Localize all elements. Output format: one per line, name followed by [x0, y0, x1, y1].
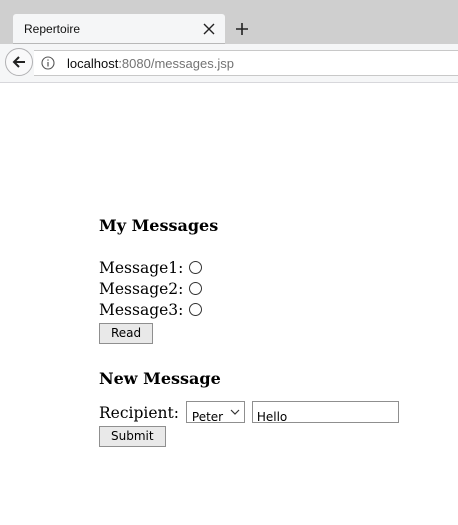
- back-button[interactable]: [5, 48, 33, 76]
- page-content: My Messages Message1: Message2: Message3…: [99, 214, 429, 447]
- read-button[interactable]: Read: [99, 323, 154, 344]
- url-bar[interactable]: localhost:8080/messages.jsp: [34, 50, 458, 76]
- recipient-select[interactable]: Peter: [185, 401, 245, 424]
- plus-icon[interactable]: [235, 22, 249, 36]
- recipient-row: Recipient: Peter Hello: [99, 401, 429, 425]
- message-label: Message2:: [99, 280, 184, 298]
- recipient-label: Recipient:: [99, 404, 179, 422]
- new-message-heading: New Message: [99, 369, 221, 388]
- recipient-select-value: Peter: [191, 410, 224, 424]
- message-radio-1[interactable]: [189, 260, 203, 274]
- message-row-3: Message3:: [99, 300, 429, 321]
- url-text: localhost:8080/messages.jsp: [67, 56, 234, 71]
- message-input[interactable]: Hello: [251, 401, 399, 424]
- url-host: localhost: [67, 56, 119, 71]
- url-path: :8080/messages.jsp: [118, 56, 234, 71]
- navigation-bar: localhost:8080/messages.jsp: [0, 44, 458, 83]
- message-label: Message3:: [99, 301, 184, 319]
- info-icon[interactable]: [41, 56, 55, 70]
- my-messages-heading: My Messages: [99, 216, 219, 235]
- close-icon[interactable]: [202, 22, 216, 36]
- chevron-down-icon: [230, 409, 240, 415]
- tab-strip: Repertoire: [0, 0, 458, 44]
- message-label: Message1:: [99, 259, 184, 277]
- tab-title: Repertoire: [24, 22, 81, 36]
- submit-button[interactable]: Submit: [99, 426, 166, 447]
- message-radio-2[interactable]: [189, 281, 203, 295]
- message-row-1: Message1:: [99, 258, 429, 279]
- browser-tab[interactable]: Repertoire: [13, 14, 225, 44]
- back-arrow-icon: [12, 56, 25, 68]
- message-row-2: Message2:: [99, 279, 429, 300]
- message-radio-3[interactable]: [189, 302, 203, 316]
